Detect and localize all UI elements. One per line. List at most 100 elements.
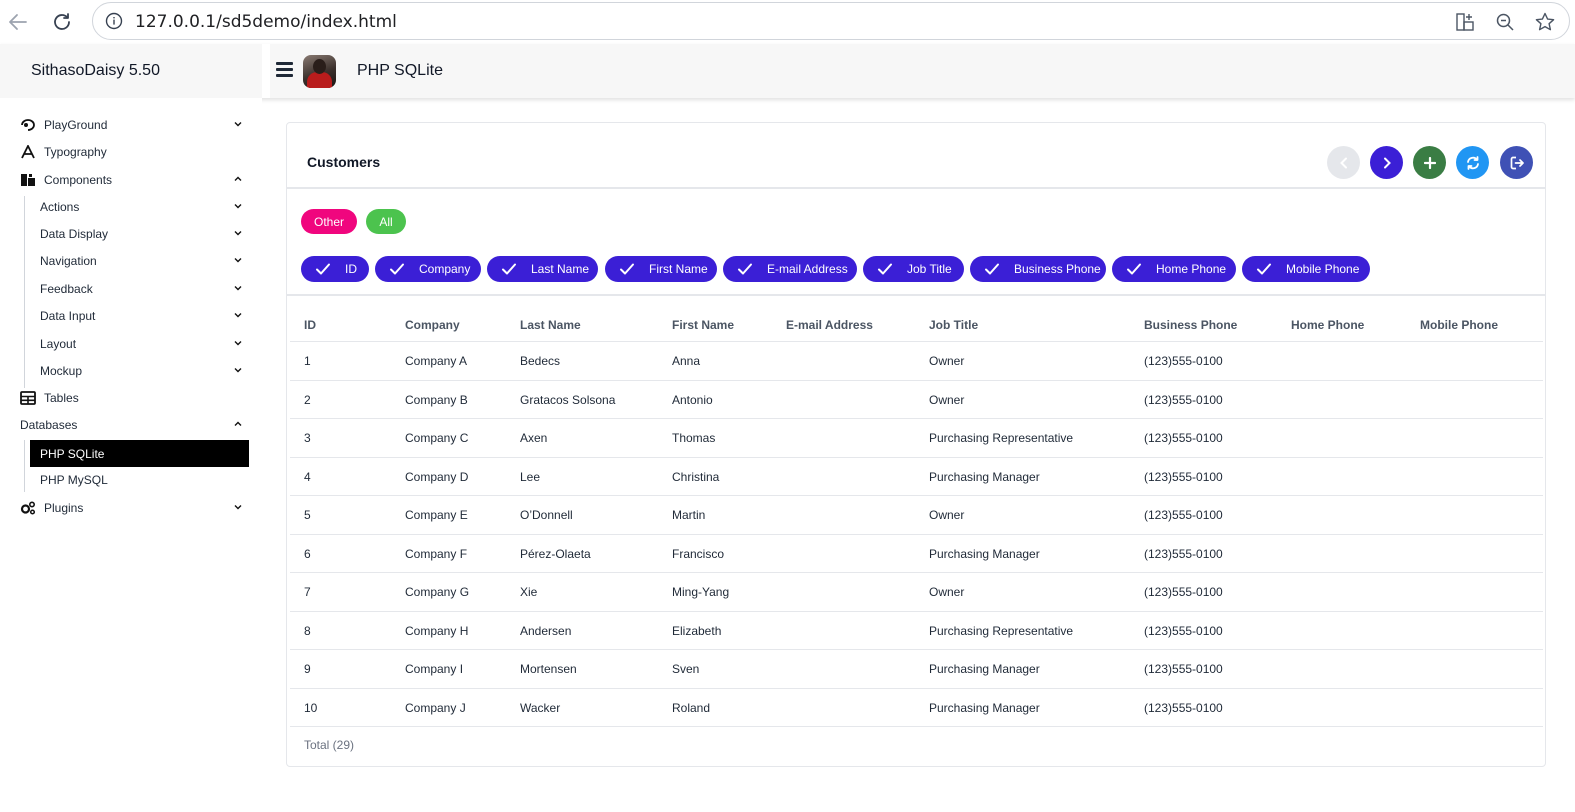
column-header-last-name[interactable]: Last Name: [520, 318, 581, 332]
refresh-button[interactable]: [1456, 146, 1489, 179]
table-cell: (123)555-0100: [1144, 585, 1223, 599]
sidebar-item-label: Data Input: [40, 309, 96, 323]
app-header: SithasoDaisy 5.50 PHP SQLite: [0, 44, 1575, 98]
apps-icon[interactable]: [1454, 11, 1476, 33]
table-cell: 10: [304, 701, 318, 715]
chip-label: E-mail Address: [767, 262, 848, 276]
column-header-email[interactable]: E-mail Address: [786, 318, 873, 332]
table-row[interactable]: 1 Company A Bedecs Anna Owner (123)555-0100: [290, 341, 1543, 379]
table-row[interactable]: 7 Company G Xie Ming-Yang Owner (123)555-0100: [290, 572, 1543, 610]
table-cell: Gratacos Solsona: [520, 393, 616, 407]
table-row[interactable]: 4 Company D Lee Christina Purchasing Manager…: [290, 457, 1543, 495]
column-header-job-title[interactable]: Job Title: [929, 318, 978, 332]
column-header-mobile-phone[interactable]: Mobile Phone: [1420, 318, 1498, 332]
table-icon: [20, 390, 36, 406]
filter-all-button[interactable]: All: [366, 209, 406, 234]
table-row[interactable]: 2 Company B Gratacos Solsona Antonio Owner (1…: [290, 380, 1543, 418]
sidebar-item-feedback[interactable]: Feedback: [40, 277, 248, 301]
bookmark-star-icon[interactable]: [1534, 11, 1556, 33]
sidebar-item-components[interactable]: Components: [20, 168, 248, 192]
sidebar-item-data-input[interactable]: Data Input: [40, 304, 248, 328]
column-chip-first-name[interactable]: First Name: [605, 256, 717, 282]
next-page-button[interactable]: [1370, 146, 1403, 179]
table-cell: Thomas: [672, 431, 716, 445]
sidebar-item-databases[interactable]: Databases: [20, 413, 248, 437]
check-icon: [1257, 263, 1271, 275]
back-arrow-icon[interactable]: [4, 8, 32, 36]
sidebar-item-mockup[interactable]: Mockup: [40, 359, 248, 383]
column-chip-business-phone[interactable]: Business Phone: [970, 256, 1106, 282]
table-cell: Company D: [405, 470, 469, 484]
sidebar-item-layout[interactable]: Layout: [40, 332, 248, 356]
table-cell: (123)555-0100: [1144, 508, 1223, 522]
table-cell: Purchasing Representative: [929, 431, 1074, 445]
table-cell: Company E: [405, 508, 468, 522]
prev-page-button[interactable]: [1327, 146, 1360, 179]
avatar[interactable]: [303, 55, 336, 88]
customers-card: Customers Other All ID Company Last Name…: [286, 122, 1546, 767]
table-row[interactable]: 9 Company I Mortensen Sven Purchasing Manage…: [290, 649, 1543, 687]
table-cell: Purchasing Manager: [929, 701, 1040, 715]
table-cell: Andersen: [520, 624, 572, 638]
sidebar-item-php-mysql[interactable]: PHP MySQL: [40, 468, 248, 492]
column-chip-mobile-phone[interactable]: Mobile Phone: [1242, 256, 1370, 282]
sidebar-item-php-sqlite[interactable]: PHP SQLite: [30, 440, 249, 467]
reload-icon[interactable]: [48, 8, 76, 36]
logout-icon: [1510, 156, 1524, 169]
column-header-company[interactable]: Company: [405, 318, 460, 332]
chip-label: Mobile Phone: [1286, 262, 1360, 276]
column-chip-job-title[interactable]: Job Title: [863, 256, 964, 282]
total-count: Total (29): [304, 738, 355, 752]
table-cell: (123)555-0100: [1144, 662, 1223, 676]
column-chip-company[interactable]: Company: [375, 256, 481, 282]
url-text[interactable]: 127.0.0.1/sd5demo/index.html: [135, 12, 397, 32]
table-row[interactable]: 8 Company H Andersen Elizabeth Purchasing Re…: [290, 611, 1543, 649]
hamburger-menu-icon[interactable]: [276, 62, 293, 78]
sidebar-item-plugins[interactable]: Plugins: [20, 496, 248, 520]
chevron-up-icon: [234, 421, 242, 426]
filter-other-button[interactable]: Other: [301, 209, 357, 234]
chevron-right-icon: [1383, 157, 1391, 168]
sidebar-item-playground[interactable]: PlayGround: [20, 113, 248, 137]
sidebar-item-actions[interactable]: Actions: [40, 195, 248, 219]
column-header-first-name[interactable]: First Name: [672, 318, 734, 332]
zoom-icon[interactable]: [1494, 11, 1516, 33]
table-cell: Pérez-Olaeta: [520, 547, 591, 561]
site-info-icon[interactable]: [105, 12, 123, 35]
table-cell: Lee: [520, 470, 541, 484]
add-button[interactable]: [1413, 146, 1446, 179]
components-tree-line: [24, 196, 25, 388]
column-header-business-phone[interactable]: Business Phone: [1144, 318, 1237, 332]
refresh-icon: [1466, 155, 1479, 170]
column-chip-email[interactable]: E-mail Address: [723, 256, 857, 282]
check-icon: [316, 263, 330, 275]
table-cell: Company A: [405, 354, 468, 368]
column-chip-home-phone[interactable]: Home Phone: [1112, 256, 1236, 282]
table-row[interactable]: 3 Company C Axen Thomas Purchasing Represent…: [290, 418, 1543, 456]
column-header-id[interactable]: ID: [304, 318, 316, 332]
sidebar-item-label: PHP MySQL: [40, 473, 108, 487]
sidebar-item-tables[interactable]: Tables: [20, 386, 248, 410]
plus-icon: [1423, 156, 1436, 169]
table-cell: (123)555-0100: [1144, 701, 1223, 715]
table-cell: 3: [304, 431, 311, 445]
exit-button[interactable]: [1500, 146, 1533, 179]
address-bar[interactable]: 127.0.0.1/sd5demo/index.html: [92, 2, 1570, 40]
table-row[interactable]: 6 Company F Pérez-Olaeta Francisco Purchasin…: [290, 534, 1543, 572]
chevron-down-icon: [234, 341, 242, 346]
sidebar-item-navigation[interactable]: Navigation: [40, 249, 248, 273]
sidebar-item-data-display[interactable]: Data Display: [40, 222, 248, 246]
chip-label: First Name: [649, 262, 708, 276]
column-header-home-phone[interactable]: Home Phone: [1291, 318, 1364, 332]
playground-icon: [20, 117, 36, 133]
sidebar-item-typography[interactable]: Typography: [20, 140, 248, 164]
table-cell: Elizabeth: [672, 624, 722, 638]
column-chip-last-name[interactable]: Last Name: [487, 256, 598, 282]
sidebar-item-label: Typography: [44, 145, 107, 159]
table-row[interactable]: 10 Company J Wacker Roland Purchasing Manage…: [290, 688, 1543, 726]
column-chip-id[interactable]: ID: [301, 256, 369, 282]
table-row[interactable]: 5 Company E O’Donnell Martin Owner (123)555-0…: [290, 495, 1543, 533]
sidebar-item-label: Tables: [44, 391, 79, 405]
table-cell: 8: [304, 624, 311, 638]
check-icon: [390, 263, 404, 275]
